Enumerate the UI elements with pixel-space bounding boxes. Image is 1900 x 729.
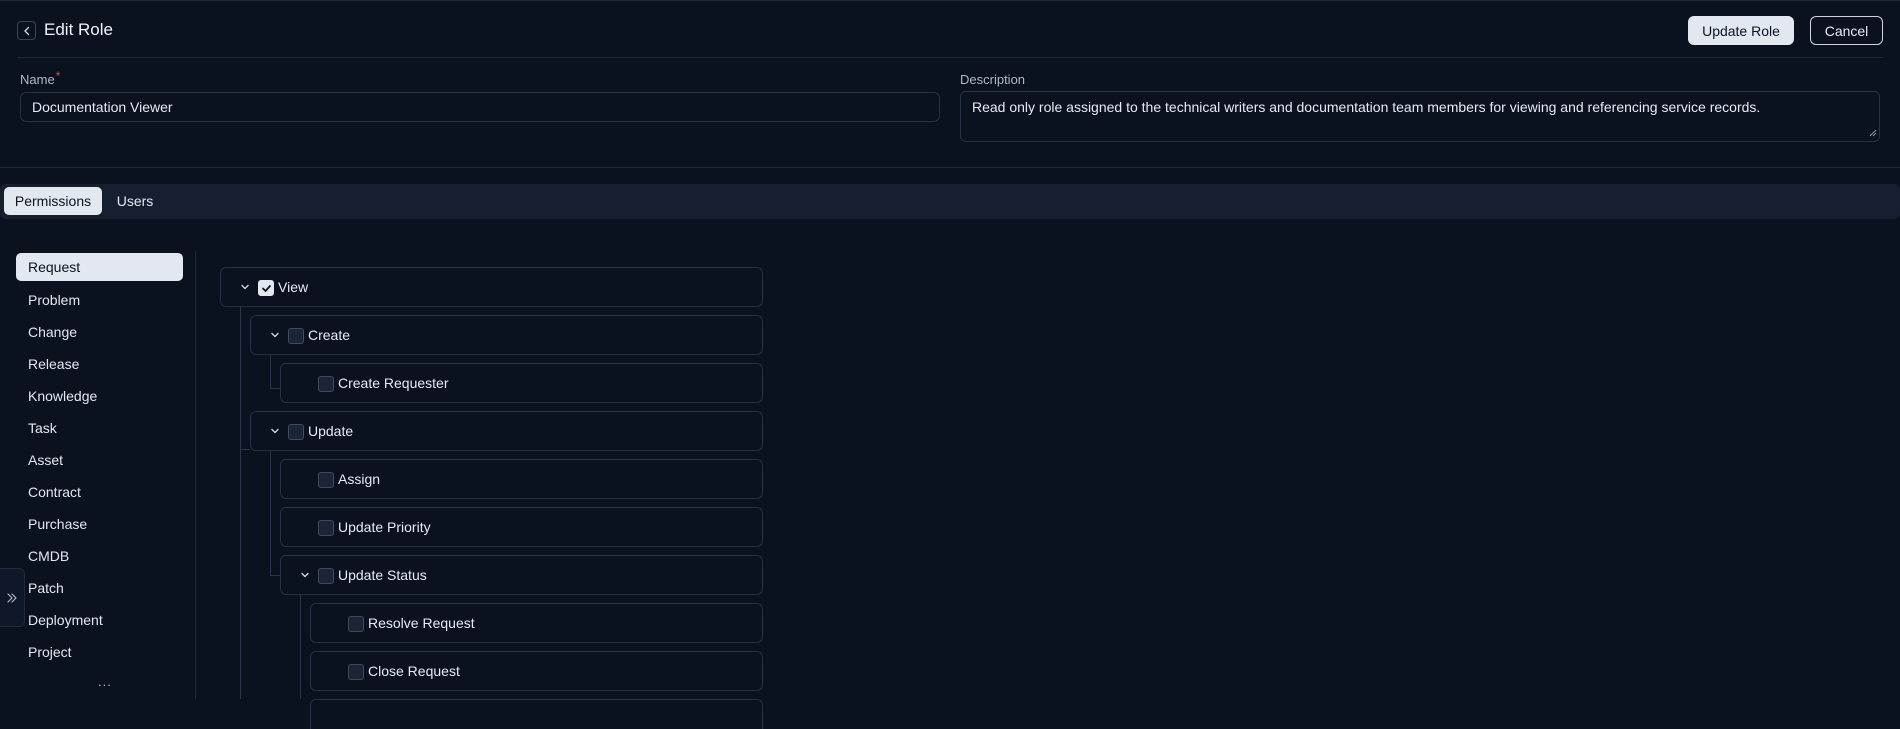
name-label-text: Name [20,72,55,87]
tree-connector [240,449,250,450]
permission-checkbox-update-status[interactable] [318,568,334,584]
page-header: Edit Role Update Role Cancel [17,16,1883,58]
sidebar-divider [195,251,196,699]
tree-connector [240,307,241,699]
permission-checkbox-create-requester[interactable] [318,376,334,392]
permission-label: Create Requester [338,375,449,391]
sidebar-item-purchase[interactable]: Purchase [16,508,183,540]
tree-connector [270,355,271,389]
sidebar-item-release[interactable]: Release [16,348,183,380]
sidebar-item-asset[interactable]: Asset [16,444,183,476]
sidebar-more-indicator[interactable]: ... [98,674,112,689]
panel-bottom [0,700,1900,729]
sidebar-item-deployment[interactable]: Deployment [16,604,183,636]
module-sidebar: Request Problem Change Release Knowledge… [16,253,183,668]
sidebar-item-contract[interactable]: Contract [16,476,183,508]
permission-label: Update [308,423,354,439]
permission-row-assign: Assign [280,459,763,499]
back-button[interactable] [17,21,36,40]
description-textarea[interactable]: Read only role assigned to the technical… [960,91,1880,142]
permission-checkbox-update[interactable] [288,424,304,440]
permission-row-update-priority: Update Priority [280,507,763,547]
chevron-left-icon [23,26,29,35]
description-label: Description [960,72,1026,87]
permission-label: Close Request [368,663,460,679]
required-indicator: * [55,69,61,83]
chevron-down-icon[interactable] [267,327,283,343]
tab-users[interactable]: Users [106,187,164,215]
double-chevron-right-icon [7,592,17,603]
permission-row-resolve-request: Resolve Request [310,603,763,643]
permission-checkbox-view[interactable] [258,280,274,296]
tree-connector [270,451,271,576]
chevron-down-icon[interactable] [297,567,313,583]
cancel-button[interactable]: Cancel [1810,16,1883,45]
checkmark-icon [261,284,271,292]
permission-row-view: View [220,267,763,307]
page-title: Edit Role [44,20,113,39]
sidebar-item-task[interactable]: Task [16,412,183,444]
permission-row-close-request: Close Request [310,651,763,691]
tree-connector [270,388,280,389]
sidebar-item-problem[interactable]: Problem [16,284,183,316]
chevron-down-icon[interactable] [267,423,283,439]
permission-checkbox-update-priority[interactable] [318,520,334,536]
tree-connector [270,575,280,576]
permission-label: View [278,279,309,295]
permission-checkbox-close-request[interactable] [348,664,364,680]
sidebar-item-request[interactable]: Request [16,253,183,281]
permission-label: Assign [338,471,381,487]
sidebar-item-change[interactable]: Change [16,316,183,348]
expand-panel-button[interactable] [0,568,25,627]
permission-label: Update Priority [338,519,431,535]
tree-connector [300,595,301,699]
permission-checkbox-resolve-request[interactable] [348,616,364,632]
permission-checkbox-assign[interactable] [318,472,334,488]
name-label: Name* [20,69,61,87]
permission-row-create-requester: Create Requester [280,363,763,403]
sidebar-item-cmdb[interactable]: CMDB [16,540,183,572]
tab-permissions[interactable]: Permissions [4,187,102,215]
permission-row-create: Create [250,315,763,355]
permission-row-update-status: Update Status [280,555,763,595]
update-role-button[interactable]: Update Role [1688,16,1794,45]
resize-grip-icon[interactable] [1869,129,1879,139]
name-input[interactable] [20,92,940,122]
sidebar-item-knowledge[interactable]: Knowledge [16,380,183,412]
edit-role-panel: Edit Role Update Role Cancel Name* Descr… [0,0,1900,729]
sidebar-item-project[interactable]: Project [16,636,183,668]
permission-row-update: Update [250,411,763,451]
permission-label: Resolve Request [368,615,475,631]
permission-checkbox-create[interactable] [288,328,304,344]
section-divider [0,167,1900,168]
sidebar-item-patch[interactable]: Patch [16,572,183,604]
chevron-down-icon[interactable] [237,279,253,295]
permission-label: Update Status [338,567,427,583]
tab-bar: Permissions Users [0,184,1900,219]
permission-label: Create [308,327,351,343]
